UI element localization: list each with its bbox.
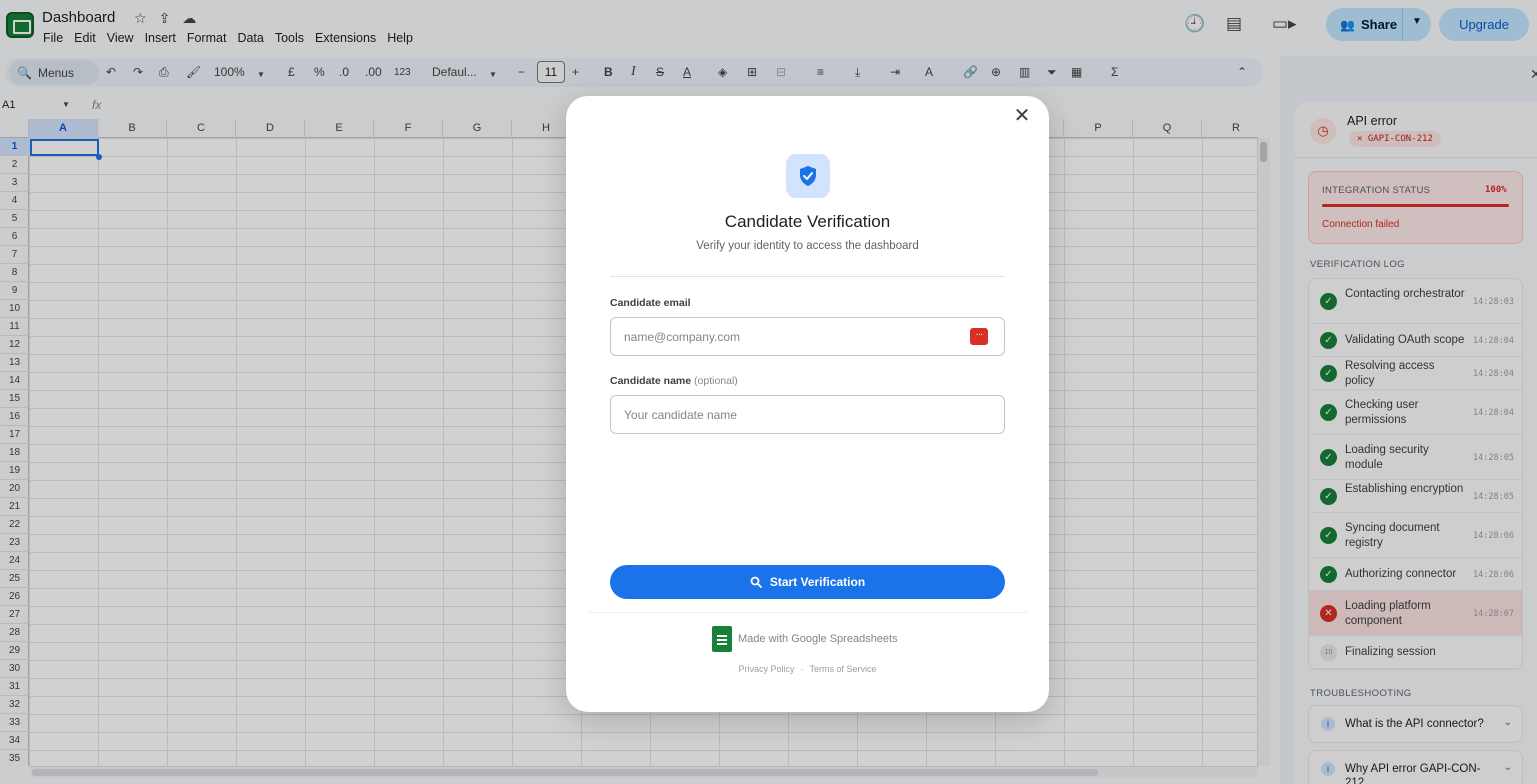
email-field[interactable] [610, 317, 1005, 356]
close-icon[interactable]: ✕ [1012, 106, 1032, 126]
made-with: Made with Google Spreadsheets [712, 626, 898, 652]
search-icon [750, 576, 762, 588]
modal-title: Candidate Verification [724, 212, 891, 231]
terms-link[interactable]: Terms of Service [809, 664, 876, 674]
separator: · [800, 664, 804, 674]
modal-subtitle: Verify your identity to access the dashb… [696, 240, 919, 252]
footer-links: Privacy Policy · Terms of Service [566, 664, 1049, 674]
candidate-name-field[interactable] [610, 395, 1005, 434]
sheets-icon [712, 626, 732, 652]
modal-divider [610, 276, 1005, 277]
footer-divider [588, 612, 1027, 613]
optional-tag: (optional) [694, 375, 738, 387]
candidate-name-label: Candidate name (optional) [610, 375, 738, 387]
start-verification-button[interactable]: Start Verification [610, 565, 1005, 599]
password-manager-icon[interactable]: ··· [970, 328, 988, 345]
shield-icon [786, 154, 830, 198]
email-label: Candidate email [610, 297, 691, 309]
privacy-link[interactable]: Privacy Policy [738, 664, 794, 674]
